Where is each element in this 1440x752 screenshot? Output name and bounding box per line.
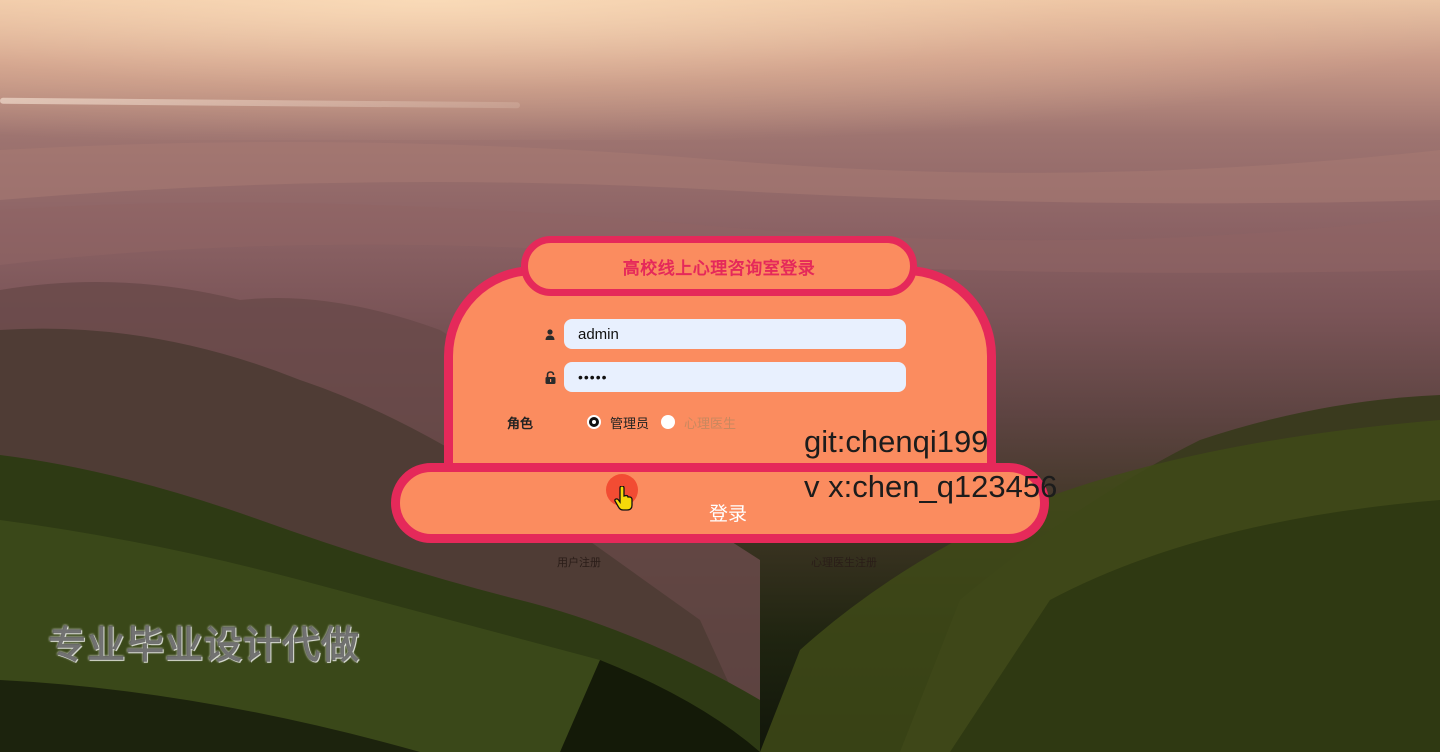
username-input[interactable] [564, 319, 906, 349]
password-row [536, 361, 908, 393]
role-selector: 角色 管理员 心理医生 [507, 410, 807, 434]
radio-admin[interactable] [587, 415, 601, 429]
role-option-admin-label: 管理员 [610, 416, 650, 432]
doctor-register-link[interactable]: 心理医生注册 [811, 554, 877, 570]
user-icon [536, 318, 564, 350]
role-option-doctor[interactable]: 心理医生 [661, 413, 736, 432]
role-option-doctor-label: 心理医生 [684, 416, 737, 432]
watermark-text: 专业毕业设计代做 [48, 623, 361, 667]
overlay-git-text: git:chenqi199 [804, 424, 989, 459]
username-row [536, 318, 908, 350]
role-option-admin[interactable]: 管理员 [587, 413, 649, 432]
overlay-contact-text: v x:chen_q123456 [804, 469, 1058, 504]
radio-doctor[interactable] [661, 415, 676, 429]
login-title-bar: 高校线上心理咨询室登录 [521, 236, 917, 296]
login-page: 高校线上心理咨询室登录 角色 管理员 心理医生 [0, 0, 1440, 752]
login-button-label: 登录 [708, 502, 747, 525]
password-input[interactable] [564, 362, 906, 392]
login-title: 高校线上心理咨询室登录 [622, 258, 816, 279]
user-register-link[interactable]: 用户注册 [557, 554, 601, 570]
role-label: 角色 [507, 416, 534, 432]
lock-icon [536, 361, 564, 393]
hand-cursor-icon [614, 486, 633, 511]
